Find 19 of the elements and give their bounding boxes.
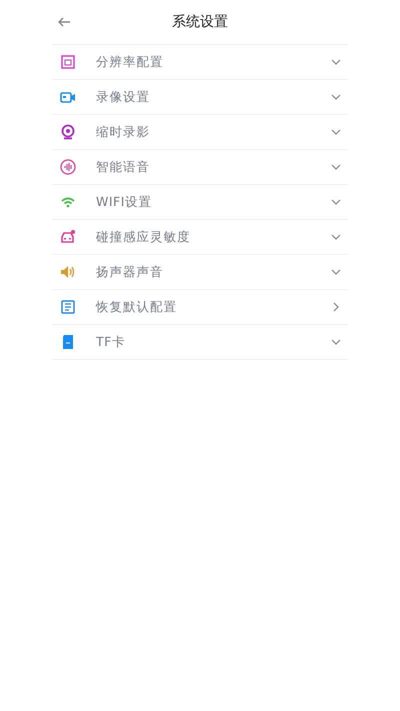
item-label: 碰撞感应灵敏度 <box>96 228 192 246</box>
item-label: 扬声器声音 <box>96 264 164 280</box>
item-label: TF卡 <box>96 334 126 350</box>
settings-item[interactable]: TF卡 <box>52 325 348 360</box>
page-title: 系统设置 <box>172 13 228 31</box>
item-label: 缩时录影 <box>96 124 151 140</box>
settings-item[interactable]: WIFI设置 <box>52 185 348 220</box>
settings-item[interactable]: 分辨率配置 <box>52 45 348 80</box>
settings-item[interactable]: 碰撞感应灵敏度 <box>52 220 348 255</box>
item-label: 智能语音 <box>96 158 151 176</box>
item-label: WIFI设置 <box>96 194 153 210</box>
settings-item[interactable]: 智能语音 <box>52 150 348 185</box>
settings-item[interactable]: 录像设置 <box>52 80 348 115</box>
item-label: 恢复默认配置 <box>96 298 178 316</box>
settings-item[interactable]: 扬声器声音 <box>52 255 348 290</box>
settings-item[interactable]: 恢复默认配置 <box>52 290 348 325</box>
item-label: 录像设置 <box>96 88 151 106</box>
settings-item[interactable]: 缩时录影 <box>52 115 348 150</box>
item-label: 分辨率配置 <box>96 54 164 70</box>
